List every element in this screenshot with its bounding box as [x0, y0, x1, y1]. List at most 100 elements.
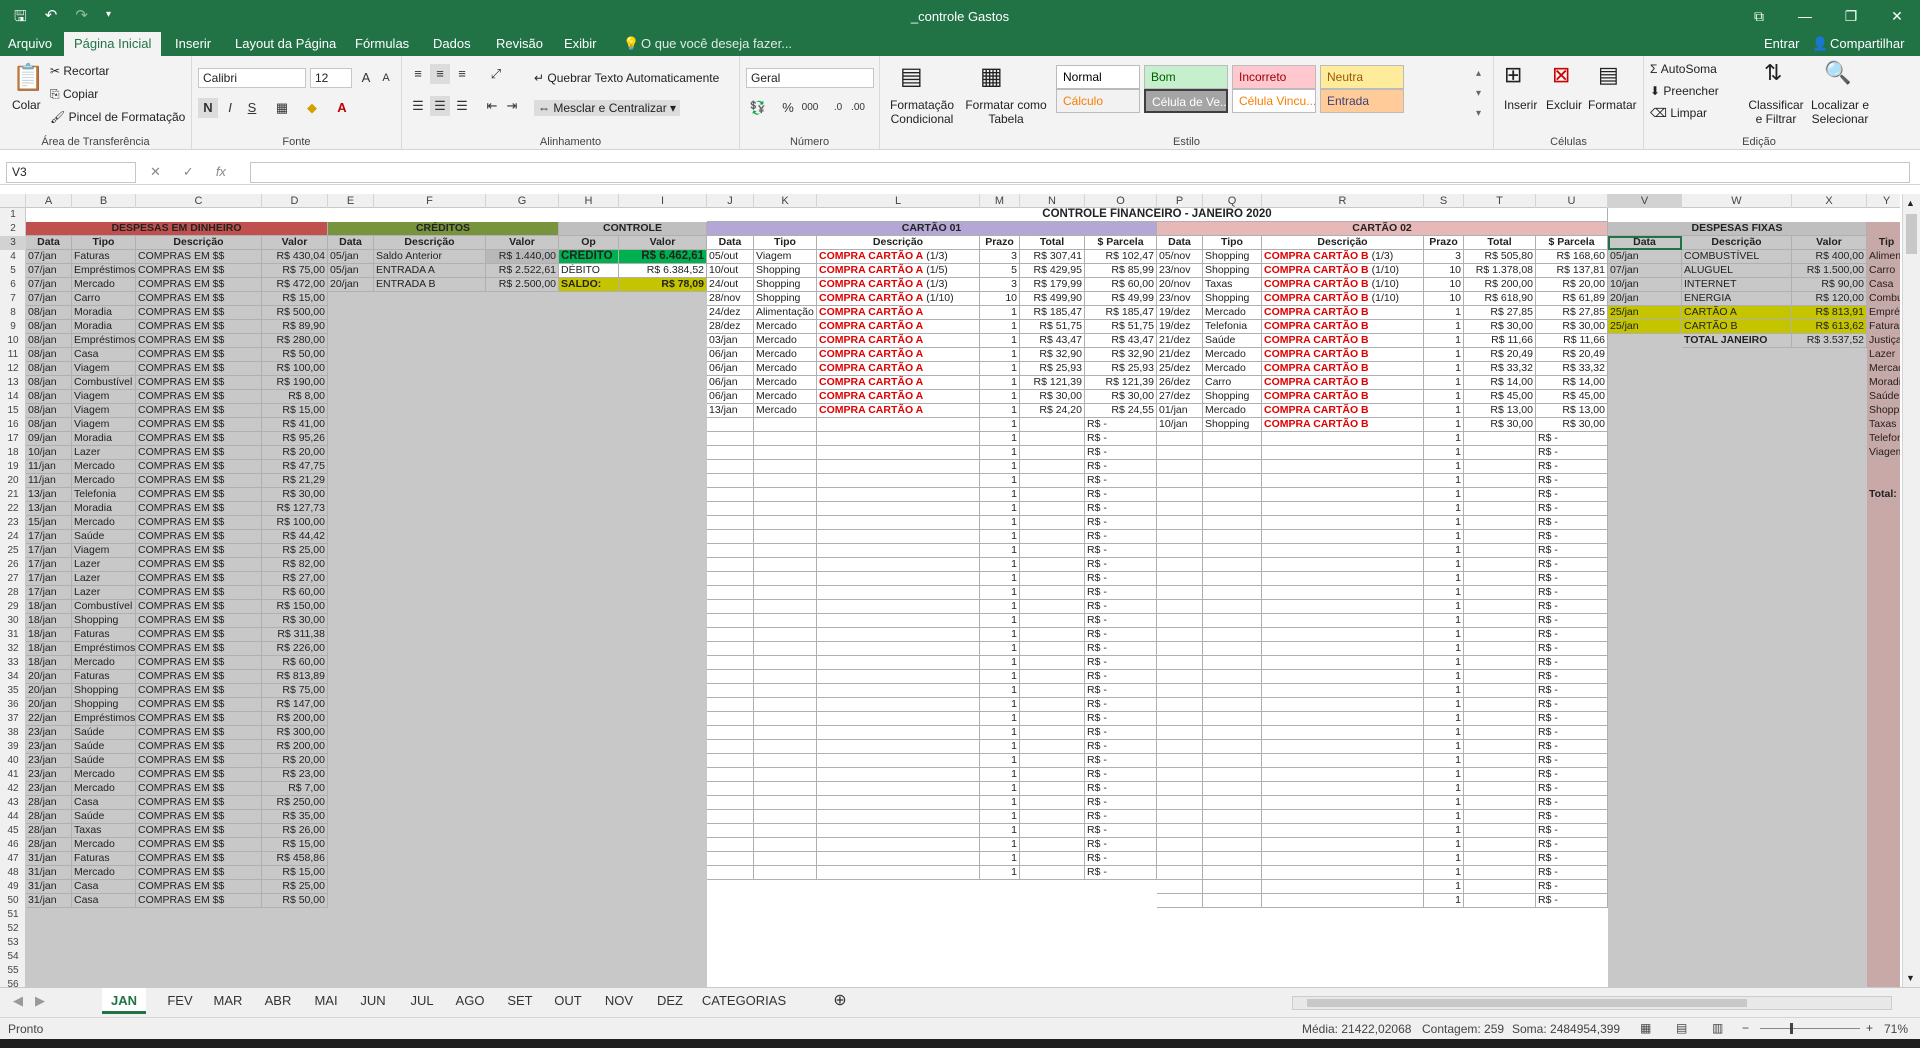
cartao2-parcela[interactable]: R$ - — [1536, 488, 1608, 502]
column-header[interactable]: H — [559, 194, 619, 208]
scroll-up-icon[interactable]: ▲ — [1906, 198, 1915, 208]
currency-icon[interactable]: 💱 — [748, 98, 768, 118]
sheet-tab-abr[interactable]: ABR — [258, 988, 298, 1014]
dinheiro-data[interactable]: 23/jan — [26, 726, 72, 740]
row-header[interactable]: 12 — [0, 362, 26, 376]
cartao2-prazo[interactable]: 1 — [1424, 614, 1464, 628]
cartao1-parcela[interactable]: R$ - — [1085, 558, 1157, 572]
dinheiro-tipo[interactable]: Faturas — [72, 670, 136, 684]
cartao1-empty[interactable] — [707, 502, 754, 516]
cartao2-empty[interactable] — [1464, 488, 1536, 502]
cartao1-data[interactable]: 28/nov — [707, 292, 754, 306]
cartao1-tipo[interactable]: Alimentação — [754, 306, 817, 320]
cartao2-descricao[interactable]: COMPRA CARTÃO B (1/3) — [1262, 250, 1424, 264]
cartao1-empty[interactable] — [1020, 796, 1085, 810]
cartao1-total[interactable]: R$ 121,39 — [1020, 376, 1085, 390]
column-header[interactable]: A — [26, 194, 72, 208]
cartao2-empty[interactable] — [1262, 586, 1424, 600]
cartao1-prazo[interactable]: 1 — [980, 656, 1020, 670]
cartao1-prazo[interactable]: 1 — [980, 502, 1020, 516]
cartao2-empty[interactable] — [1464, 810, 1536, 824]
cartao1-parcela[interactable]: R$ - — [1085, 810, 1157, 824]
dinheiro-descricao[interactable]: COMPRAS EM $$ — [136, 404, 262, 418]
cartao2-parcela[interactable]: R$ - — [1536, 698, 1608, 712]
cartao2-empty[interactable] — [1262, 852, 1424, 866]
cartao1-empty[interactable] — [817, 628, 980, 642]
dinheiro-data[interactable]: 17/jan — [26, 586, 72, 600]
cartao1-data[interactable]: 05/out — [707, 250, 754, 264]
cartao2-empty[interactable] — [1157, 782, 1203, 796]
cartao2-empty[interactable] — [1157, 502, 1203, 516]
delete-cells-button[interactable]: Excluir — [1546, 98, 1582, 112]
cartao2-empty[interactable] — [1203, 684, 1262, 698]
cartao1-prazo[interactable]: 1 — [980, 516, 1020, 530]
cartao2-empty[interactable] — [1464, 684, 1536, 698]
formula-input[interactable] — [250, 162, 1910, 183]
cartao1-empty[interactable] — [707, 586, 754, 600]
cartao2-empty[interactable] — [1203, 628, 1262, 642]
cartao1-empty[interactable] — [1020, 460, 1085, 474]
cartao2-prazo[interactable]: 1 — [1424, 530, 1464, 544]
cartao2-prazo[interactable]: 1 — [1424, 376, 1464, 390]
cartao1-parcela[interactable]: R$ - — [1085, 530, 1157, 544]
dinheiro-valor[interactable]: R$ 89,90 — [262, 320, 328, 334]
tab-dados[interactable]: Dados — [433, 36, 471, 51]
cartao2-prazo[interactable]: 1 — [1424, 544, 1464, 558]
cartao1-parcela[interactable]: R$ - — [1085, 698, 1157, 712]
cartao2-empty[interactable] — [1262, 642, 1424, 656]
cartao2-empty[interactable] — [1203, 544, 1262, 558]
cartao2-prazo[interactable]: 1 — [1424, 516, 1464, 530]
cartao1-empty[interactable] — [754, 740, 817, 754]
cartao1-parcela[interactable]: R$ - — [1085, 768, 1157, 782]
cartao1-data[interactable]: 06/jan — [707, 376, 754, 390]
cartao2-prazo[interactable]: 1 — [1424, 628, 1464, 642]
row-header[interactable]: 19 — [0, 460, 26, 474]
dinheiro-descricao[interactable]: COMPRAS EM $$ — [136, 572, 262, 586]
cartao2-empty[interactable] — [1157, 460, 1203, 474]
dinheiro-descricao[interactable]: COMPRAS EM $$ — [136, 516, 262, 530]
column-header-prazo[interactable]: Prazo — [980, 236, 1020, 250]
cartao1-data[interactable]: 28/dez — [707, 320, 754, 334]
cartao1-empty[interactable] — [817, 600, 980, 614]
cartao2-empty[interactable] — [1262, 866, 1424, 880]
cartao2-prazo[interactable]: 1 — [1424, 390, 1464, 404]
cartao1-empty[interactable] — [754, 600, 817, 614]
dinheiro-descricao[interactable]: COMPRAS EM $$ — [136, 502, 262, 516]
cartao1-empty[interactable] — [817, 502, 980, 516]
cartao2-empty[interactable] — [1262, 572, 1424, 586]
dinheiro-data[interactable]: 08/jan — [26, 404, 72, 418]
cartao2-data[interactable]: 26/dez — [1157, 376, 1203, 390]
cartao2-empty[interactable] — [1262, 544, 1424, 558]
dinheiro-data[interactable]: 28/jan — [26, 824, 72, 838]
cartao1-prazo[interactable]: 10 — [980, 292, 1020, 306]
cartao2-tipo[interactable]: Shopping — [1203, 418, 1262, 432]
zoom-level[interactable]: 71% — [1884, 1022, 1908, 1036]
cartao2-empty[interactable] — [1157, 796, 1203, 810]
cartao2-parcela[interactable]: R$ - — [1536, 684, 1608, 698]
cartao2-parcela[interactable]: R$ - — [1536, 474, 1608, 488]
dinheiro-descricao[interactable]: COMPRAS EM $$ — [136, 866, 262, 880]
dinheiro-data[interactable]: 10/jan — [26, 446, 72, 460]
cartao1-empty[interactable] — [754, 418, 817, 432]
column-header[interactable]: F — [374, 194, 486, 208]
dinheiro-descricao[interactable]: COMPRAS EM $$ — [136, 292, 262, 306]
cartao1-prazo[interactable]: 1 — [980, 684, 1020, 698]
dinheiro-valor[interactable]: R$ 21,29 — [262, 474, 328, 488]
dinheiro-data[interactable]: 07/jan — [26, 292, 72, 306]
cartao1-empty[interactable] — [817, 670, 980, 684]
cartao1-descricao[interactable]: COMPRA CARTÃO A — [817, 320, 980, 334]
cartao1-prazo[interactable]: 1 — [980, 474, 1020, 488]
dinheiro-descricao[interactable]: COMPRAS EM $$ — [136, 824, 262, 838]
fixa-valor[interactable]: R$ 120,00 — [1792, 292, 1867, 306]
cartao2-parcela[interactable]: R$ - — [1536, 656, 1608, 670]
dinheiro-data[interactable]: 08/jan — [26, 418, 72, 432]
cartao1-empty[interactable] — [817, 642, 980, 656]
cartao2-prazo[interactable]: 3 — [1424, 250, 1464, 264]
column-header-parcela[interactable]: $ Parcela — [1536, 236, 1608, 250]
sheet-tab-dez[interactable]: DEZ — [650, 988, 690, 1014]
cartao2-parcela[interactable]: R$ - — [1536, 894, 1608, 908]
dinheiro-tipo[interactable]: Casa — [72, 880, 136, 894]
cartao2-empty[interactable] — [1157, 712, 1203, 726]
cartao1-parcela[interactable]: R$ 121,39 — [1085, 376, 1157, 390]
align-right-icon[interactable]: ☰ — [452, 96, 472, 116]
